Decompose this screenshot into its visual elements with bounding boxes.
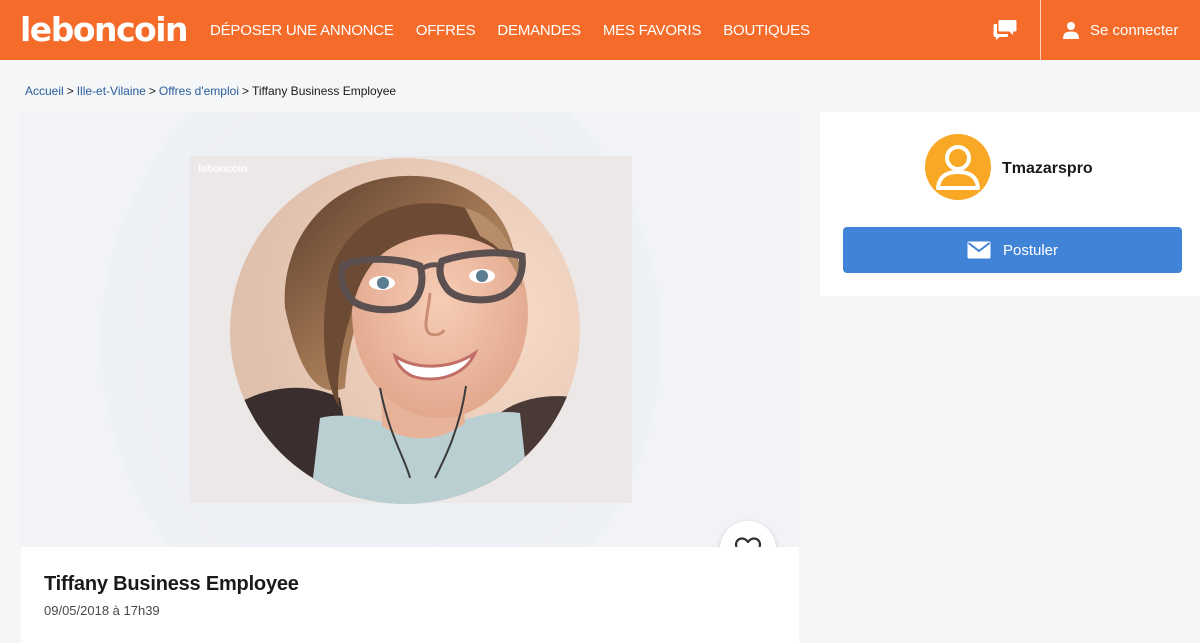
ad-photo[interactable]: leboncoin <box>190 156 632 504</box>
top-header: leboncoin DÉPOSER UNE ANNONCE OFFRES DEM… <box>0 0 1200 60</box>
envelope-icon <box>967 241 991 259</box>
nav-favorites[interactable]: MES FAVORIS <box>603 22 702 39</box>
portrait-photo <box>230 158 580 504</box>
breadcrumb-category[interactable]: Offres d'emploi <box>159 84 239 98</box>
breadcrumb-separator: > <box>148 84 156 98</box>
breadcrumb-separator: > <box>241 84 249 98</box>
main-nav: DÉPOSER UNE ANNONCE OFFRES DEMANDES MES … <box>210 0 832 60</box>
ad-title: Tiffany Business Employee <box>44 573 299 595</box>
photo-watermark: leboncoin <box>198 163 248 175</box>
nav-post-ad[interactable]: DÉPOSER UNE ANNONCE <box>210 22 394 39</box>
apply-label: Postuler <box>1002 241 1059 259</box>
breadcrumb-current: Tiffany Business Employee <box>252 84 397 98</box>
login-label: Se connecter <box>1090 21 1179 39</box>
ad-info-card: Tiffany Business Employee 09/05/2018 à 1… <box>21 547 799 643</box>
seller-name[interactable]: Tmazarspro <box>1002 160 1093 178</box>
ad-date: 09/05/2018 à 17h39 <box>44 603 160 618</box>
breadcrumb-home[interactable]: Accueil <box>25 84 64 98</box>
person-avatar-icon[interactable] <box>925 134 991 200</box>
apply-button[interactable]: Postuler <box>843 227 1182 273</box>
leboncoin-logo[interactable]: leboncoin <box>20 10 189 49</box>
chat-bubbles-icon[interactable] <box>992 16 1018 42</box>
breadcrumb-separator: > <box>66 84 74 98</box>
ad-photo-gallery[interactable]: leboncoin <box>21 112 799 549</box>
nav-offers[interactable]: OFFRES <box>416 22 476 39</box>
breadcrumb-region[interactable]: Ille-et-Vilaine <box>77 84 146 98</box>
nav-shops[interactable]: BOUTIQUES <box>723 22 810 39</box>
person-icon <box>1063 22 1079 39</box>
login-link[interactable]: Se connecter <box>1062 0 1178 60</box>
nav-requests[interactable]: DEMANDES <box>497 22 581 39</box>
header-divider <box>1040 0 1041 60</box>
seller-card: Tmazarspro Postuler <box>820 112 1200 296</box>
breadcrumb: Accueil > Ille-et-Vilaine > Offres d'emploi >… <box>25 84 396 98</box>
